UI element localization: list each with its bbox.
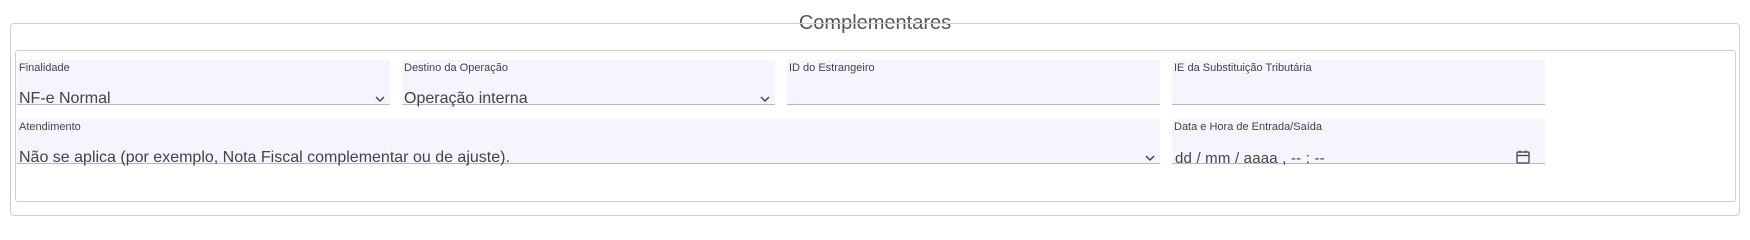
calendar-icon[interactable]	[1515, 149, 1531, 165]
destino-label: Destino da Operação	[404, 62, 508, 74]
data-hora-field[interactable]: Data e Hora de Entrada/Saída dd / mm / a…	[1172, 119, 1545, 167]
atendimento-label: Atendimento	[19, 121, 81, 133]
atendimento-value: Não se aplica (por exemplo, Nota Fiscal …	[19, 149, 510, 166]
id-estrangeiro-field[interactable]: ID do Estrangeiro	[787, 60, 1160, 105]
destino-value: Operação interna	[404, 90, 528, 107]
id-estrangeiro-label: ID do Estrangeiro	[789, 62, 875, 74]
chevron-down-icon	[375, 96, 385, 103]
finalidade-select[interactable]: Finalidade NF-e Normal	[17, 60, 390, 107]
data-hora-label: Data e Hora de Entrada/Saída	[1174, 121, 1322, 133]
ie-st-label: IE da Substituição Tributária	[1174, 62, 1312, 74]
finalidade-label: Finalidade	[19, 62, 70, 74]
finalidade-value: NF-e Normal	[19, 90, 111, 107]
chevron-down-icon	[1145, 155, 1155, 162]
atendimento-select[interactable]: Atendimento Não se aplica (por exemplo, …	[17, 119, 1160, 166]
chevron-down-icon	[760, 96, 770, 103]
ie-substituicao-field[interactable]: IE da Substituição Tributária	[1172, 60, 1545, 105]
data-hora-placeholder: dd / mm / aaaa , -- : --	[1175, 150, 1325, 167]
destino-operacao-select[interactable]: Destino da Operação Operação interna	[402, 60, 775, 107]
